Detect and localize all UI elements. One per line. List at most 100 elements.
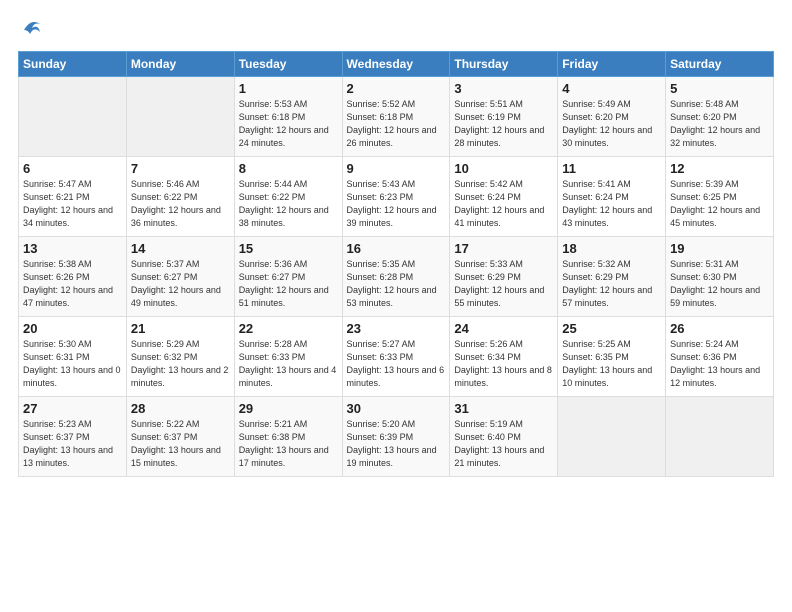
calendar-day-25: 25 Sunrise: 5:25 AM Sunset: 6:35 PM Dayli… [558,317,666,397]
day-number: 6 [23,161,122,176]
day-info: Sunrise: 5:41 AM Sunset: 6:24 PM Dayligh… [562,178,661,230]
day-number: 7 [131,161,230,176]
day-number: 12 [670,161,769,176]
calendar-header-saturday: Saturday [666,52,774,77]
day-info: Sunrise: 5:31 AM Sunset: 6:30 PM Dayligh… [670,258,769,310]
calendar-header-monday: Monday [126,52,234,77]
day-info: Sunrise: 5:29 AM Sunset: 6:32 PM Dayligh… [131,338,230,390]
calendar-day-29: 29Sunrise: 5:21 AM Sunset: 6:38 PM Dayli… [234,397,342,477]
calendar-day-11: 11 Sunrise: 5:41 AM Sunset: 6:24 PM Dayli… [558,157,666,237]
calendar-day-31: 31 Sunrise: 5:19 AM Sunset: 6:40 PM Dayli… [450,397,558,477]
day-info: Sunrise: 5:49 AM Sunset: 6:20 PM Dayligh… [562,98,661,150]
calendar-empty-cell [19,77,127,157]
day-info: Sunrise: 5:25 AM Sunset: 6:35 PM Dayligh… [562,338,661,390]
calendar-day-4: 4Sunrise: 5:49 AM Sunset: 6:20 PM Daylig… [558,77,666,157]
calendar-day-23: 23Sunrise: 5:27 AM Sunset: 6:33 PM Dayli… [342,317,450,397]
calendar-week-row: 13 Sunrise: 5:38 AM Sunset: 6:26 PM Dayli… [19,237,774,317]
calendar-day-7: 7 Sunrise: 5:46 AM Sunset: 6:22 PM Daylig… [126,157,234,237]
calendar-day-5: 5 Sunrise: 5:48 AM Sunset: 6:20 PM Daylig… [666,77,774,157]
calendar-day-16: 16 Sunrise: 5:35 AM Sunset: 6:28 PM Dayli… [342,237,450,317]
calendar-header-wednesday: Wednesday [342,52,450,77]
day-number: 25 [562,321,661,336]
calendar-day-9: 9 Sunrise: 5:43 AM Sunset: 6:23 PM Daylig… [342,157,450,237]
day-info: Sunrise: 5:35 AM Sunset: 6:28 PM Dayligh… [347,258,446,310]
day-number: 11 [562,161,661,176]
day-info: Sunrise: 5:22 AM Sunset: 6:37 PM Dayligh… [131,418,230,470]
calendar-day-28: 28 Sunrise: 5:22 AM Sunset: 6:37 PM Dayli… [126,397,234,477]
calendar-empty-cell [558,397,666,477]
calendar-day-6: 6 Sunrise: 5:47 AM Sunset: 6:21 PM Daylig… [19,157,127,237]
day-number: 29 [239,401,338,416]
calendar-day-27: 27 Sunrise: 5:23 AM Sunset: 6:37 PM Dayli… [19,397,127,477]
day-info: Sunrise: 5:37 AM Sunset: 6:27 PM Dayligh… [131,258,230,310]
day-number: 9 [347,161,446,176]
day-info: Sunrise: 5:46 AM Sunset: 6:22 PM Dayligh… [131,178,230,230]
calendar-week-row: 20 Sunrise: 5:30 AM Sunset: 6:31 PM Dayli… [19,317,774,397]
day-info: Sunrise: 5:30 AM Sunset: 6:31 PM Dayligh… [23,338,122,390]
day-number: 19 [670,241,769,256]
day-info: Sunrise: 5:26 AM Sunset: 6:34 PM Dayligh… [454,338,553,390]
day-number: 8 [239,161,338,176]
logo-icon [20,16,42,38]
day-number: 22 [239,321,338,336]
day-info: Sunrise: 5:42 AM Sunset: 6:24 PM Dayligh… [454,178,553,230]
calendar-day-30: 30Sunrise: 5:20 AM Sunset: 6:39 PM Dayli… [342,397,450,477]
calendar-day-15: 15Sunrise: 5:36 AM Sunset: 6:27 PM Dayli… [234,237,342,317]
day-number: 3 [454,81,553,96]
calendar-day-18: 18 Sunrise: 5:32 AM Sunset: 6:29 PM Dayli… [558,237,666,317]
day-number: 28 [131,401,230,416]
day-info: Sunrise: 5:53 AM Sunset: 6:18 PM Dayligh… [239,98,338,150]
day-info: Sunrise: 5:47 AM Sunset: 6:21 PM Dayligh… [23,178,122,230]
calendar-day-1: 1 Sunrise: 5:53 AM Sunset: 6:18 PM Daylig… [234,77,342,157]
calendar-day-17: 17 Sunrise: 5:33 AM Sunset: 6:29 PM Dayli… [450,237,558,317]
header [18,16,774,43]
calendar-day-12: 12 Sunrise: 5:39 AM Sunset: 6:25 PM Dayli… [666,157,774,237]
day-number: 20 [23,321,122,336]
calendar-header-thursday: Thursday [450,52,558,77]
day-info: Sunrise: 5:51 AM Sunset: 6:19 PM Dayligh… [454,98,553,150]
calendar-day-22: 22 Sunrise: 5:28 AM Sunset: 6:33 PM Dayli… [234,317,342,397]
day-number: 14 [131,241,230,256]
logo [18,16,42,43]
day-number: 5 [670,81,769,96]
calendar-week-row: 27 Sunrise: 5:23 AM Sunset: 6:37 PM Dayli… [19,397,774,477]
calendar-table: SundayMondayTuesdayWednesdayThursdayFrid… [18,51,774,477]
day-info: Sunrise: 5:19 AM Sunset: 6:40 PM Dayligh… [454,418,553,470]
day-number: 24 [454,321,553,336]
day-number: 18 [562,241,661,256]
day-info: Sunrise: 5:24 AM Sunset: 6:36 PM Dayligh… [670,338,769,390]
day-number: 17 [454,241,553,256]
day-info: Sunrise: 5:39 AM Sunset: 6:25 PM Dayligh… [670,178,769,230]
day-number: 23 [347,321,446,336]
day-info: Sunrise: 5:48 AM Sunset: 6:20 PM Dayligh… [670,98,769,150]
day-number: 1 [239,81,338,96]
calendar-header-friday: Friday [558,52,666,77]
calendar-empty-cell [666,397,774,477]
logo-text [18,16,42,43]
calendar-day-8: 8Sunrise: 5:44 AM Sunset: 6:22 PM Daylig… [234,157,342,237]
day-number: 13 [23,241,122,256]
day-number: 31 [454,401,553,416]
day-number: 21 [131,321,230,336]
calendar-day-24: 24 Sunrise: 5:26 AM Sunset: 6:34 PM Dayli… [450,317,558,397]
calendar-day-13: 13 Sunrise: 5:38 AM Sunset: 6:26 PM Dayli… [19,237,127,317]
calendar-day-14: 14 Sunrise: 5:37 AM Sunset: 6:27 PM Dayli… [126,237,234,317]
day-info: Sunrise: 5:36 AM Sunset: 6:27 PM Dayligh… [239,258,338,310]
day-info: Sunrise: 5:43 AM Sunset: 6:23 PM Dayligh… [347,178,446,230]
calendar-week-row: 1 Sunrise: 5:53 AM Sunset: 6:18 PM Daylig… [19,77,774,157]
day-number: 16 [347,241,446,256]
day-info: Sunrise: 5:28 AM Sunset: 6:33 PM Dayligh… [239,338,338,390]
calendar-empty-cell [126,77,234,157]
calendar-day-20: 20 Sunrise: 5:30 AM Sunset: 6:31 PM Dayli… [19,317,127,397]
day-number: 26 [670,321,769,336]
calendar-header-tuesday: Tuesday [234,52,342,77]
day-number: 27 [23,401,122,416]
calendar-page: SundayMondayTuesdayWednesdayThursdayFrid… [0,0,792,612]
day-info: Sunrise: 5:33 AM Sunset: 6:29 PM Dayligh… [454,258,553,310]
calendar-day-10: 10Sunrise: 5:42 AM Sunset: 6:24 PM Dayli… [450,157,558,237]
day-info: Sunrise: 5:38 AM Sunset: 6:26 PM Dayligh… [23,258,122,310]
day-number: 30 [347,401,446,416]
day-info: Sunrise: 5:32 AM Sunset: 6:29 PM Dayligh… [562,258,661,310]
day-info: Sunrise: 5:23 AM Sunset: 6:37 PM Dayligh… [23,418,122,470]
calendar-day-3: 3 Sunrise: 5:51 AM Sunset: 6:19 PM Daylig… [450,77,558,157]
